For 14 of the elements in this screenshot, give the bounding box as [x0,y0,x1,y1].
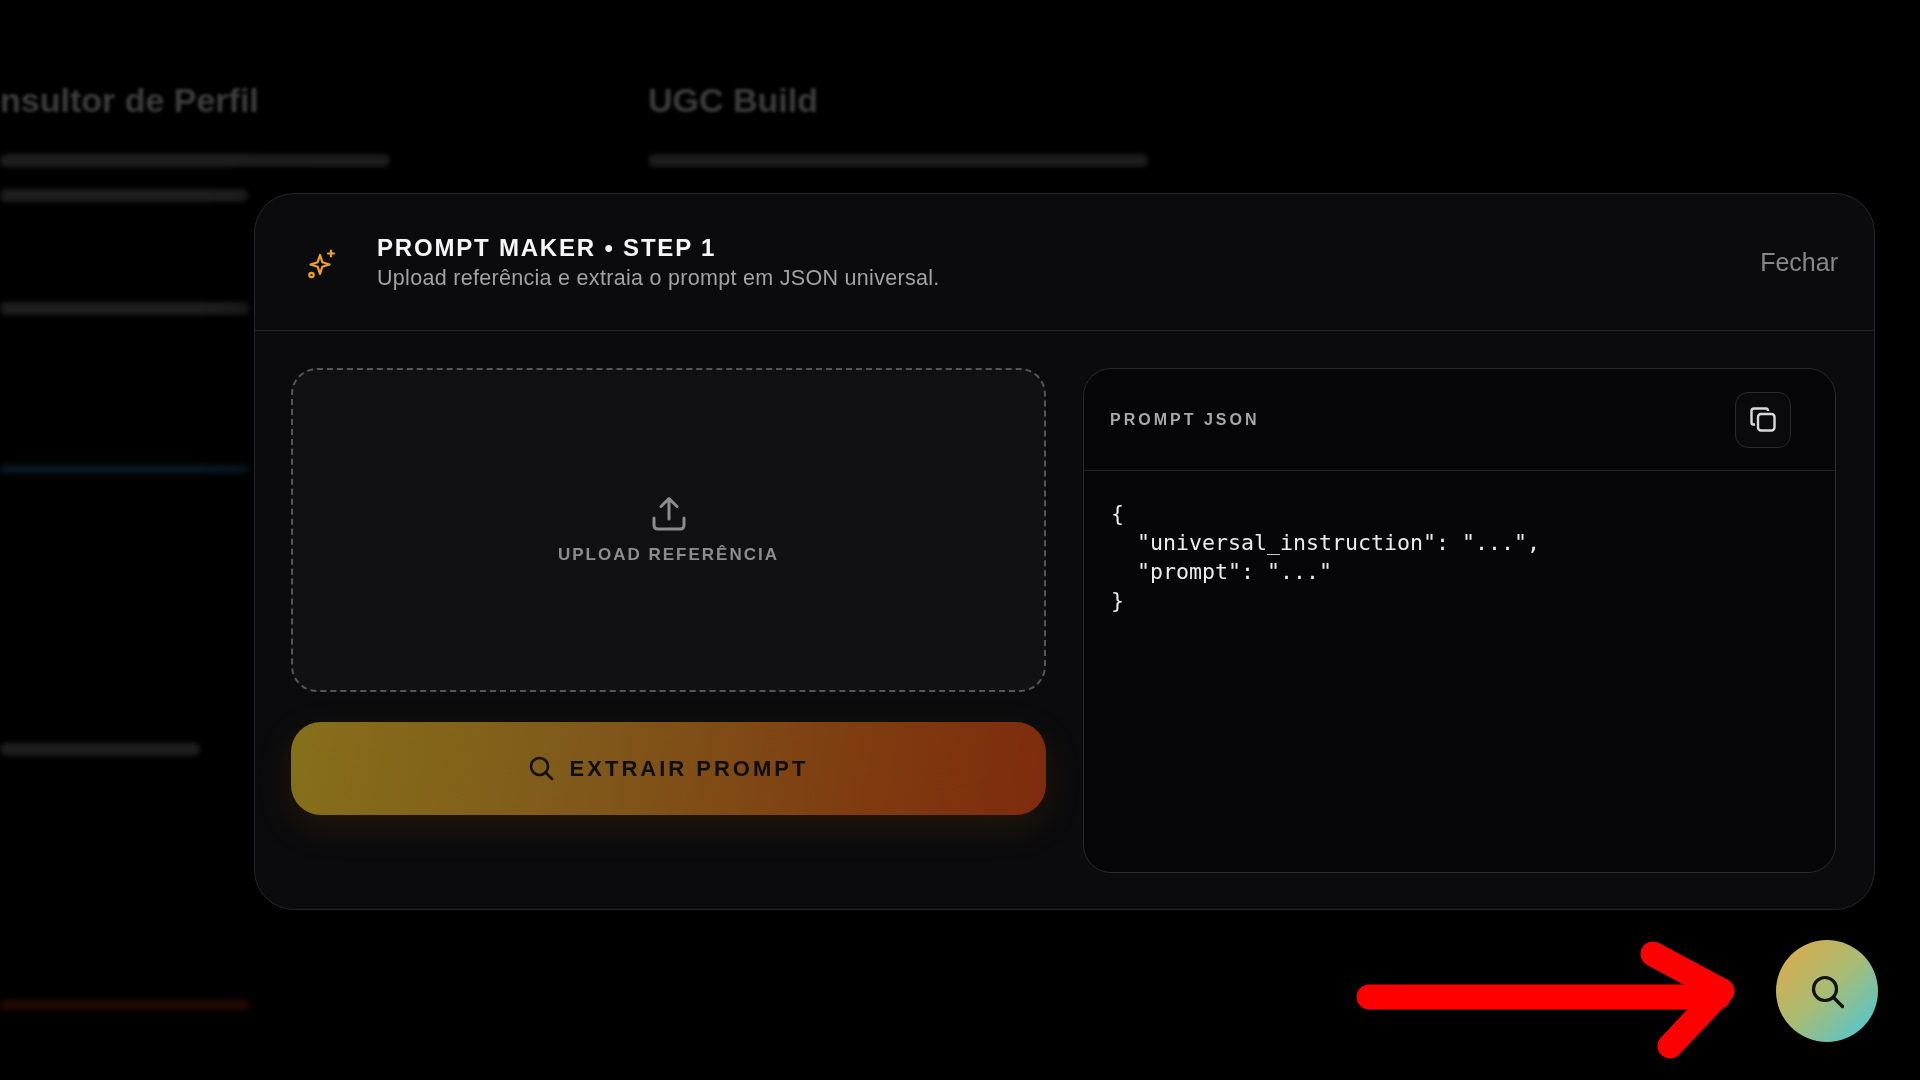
modal-title: PROMPT MAKER • STEP 1 [377,233,717,262]
close-button[interactable]: Fechar [1760,243,1838,281]
copy-icon [1750,407,1776,432]
extract-prompt-button[interactable]: EXTRAIR PROMPT [291,722,1046,815]
sparkle-icon [306,248,338,280]
search-icon [1809,973,1845,1009]
upload-dropzone[interactable]: UPLOAD REFERÊNCIA [291,368,1046,692]
panel-title: PROMPT JSON [1110,410,1260,429]
search-icon [528,756,554,781]
copy-button[interactable] [1735,391,1791,448]
modal-subtitle: Upload referência e extraia o prompt em JSON universal. [377,265,940,291]
json-code-text: { "universal_instruction": "...", "prompt": "..." } [1111,500,1541,615]
card-title: nsultor de Perfil [0,80,259,121]
upload-icon [650,495,687,531]
